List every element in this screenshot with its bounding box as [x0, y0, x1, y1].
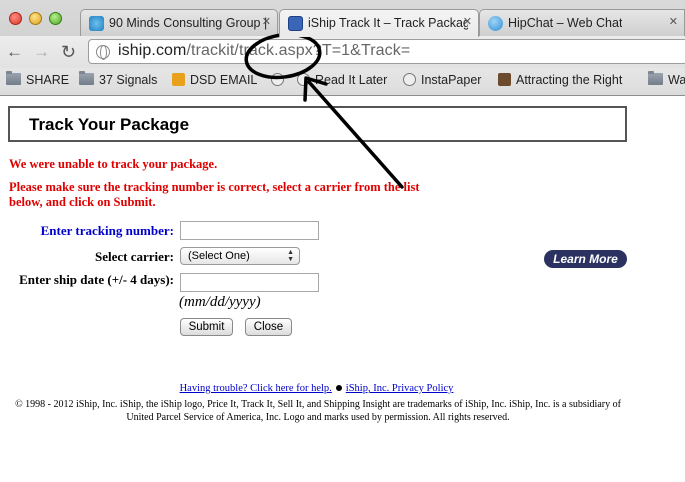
close-window-icon[interactable]	[9, 12, 22, 25]
date-format-hint: (mm/dd/yyyy)	[179, 294, 261, 310]
browser-chrome: 90 Minds Consulting Group | ✕ iShip Trac…	[0, 0, 685, 96]
help-link[interactable]: Having trouble? Click here for help.	[180, 383, 332, 394]
bookmark-instapaper[interactable]: InstaPaper	[403, 73, 481, 87]
bookmark-label: Attracting the Right	[516, 73, 623, 87]
tab-90-minds[interactable]: 90 Minds Consulting Group | ✕	[80, 9, 278, 36]
bookmark-label: DSD EMAIL	[190, 73, 258, 87]
bookmark-share[interactable]: SHARE	[6, 71, 70, 87]
tab-close-icon[interactable]: ✕	[463, 15, 472, 28]
globe-icon	[297, 73, 310, 86]
ship-date-label: Enter ship date (+/- 4 days):	[19, 272, 174, 287]
carrier-select[interactable]: (Select One) ▲ ▼	[180, 247, 300, 265]
bookmark-label: Wa	[668, 73, 685, 87]
bookmark-label: InstaPaper	[421, 73, 482, 87]
tracking-number-input[interactable]	[180, 221, 319, 240]
error-message: We were unable to track your package.	[9, 157, 218, 171]
outlook-icon	[172, 73, 185, 86]
tab-close-icon[interactable]: ✕	[669, 15, 678, 28]
ship-date-input[interactable]	[180, 273, 319, 292]
bookmark-37-signals[interactable]: 37 Signals	[79, 71, 158, 87]
forward-arrow-icon[interactable]: →	[33, 43, 50, 61]
folder-icon	[79, 71, 94, 85]
chat-bubble-favicon-icon	[488, 16, 503, 31]
zoom-window-icon[interactable]	[49, 12, 62, 25]
reload-icon[interactable]: ↻	[61, 43, 76, 61]
tab-label: iShip Track It – Track Packag	[308, 16, 468, 30]
globe-icon	[271, 73, 284, 86]
select-arrows-icon: ▲ ▼	[287, 249, 294, 263]
bookmark-label: 37 Signals	[99, 73, 158, 87]
carrier-label: Select carrier:	[94, 249, 174, 264]
folder-icon	[6, 71, 21, 85]
tracking-number-label: Enter tracking number:	[40, 223, 174, 238]
copyright-notice: © 1998 - 2012 iShip, Inc. iShip, the iSh…	[15, 399, 621, 423]
folder-icon	[648, 71, 663, 85]
bookmark-wa[interactable]: Wa	[648, 71, 685, 87]
tab-label: HipChat – Web Chat	[508, 16, 623, 30]
tab-close-icon[interactable]: ✕	[262, 15, 271, 28]
address-bar[interactable]: iship.com/trackit/track.aspx?T=1&Track=	[88, 39, 685, 64]
iship-favicon-icon	[288, 16, 303, 31]
globe-icon	[403, 73, 416, 86]
close-button[interactable]: Close	[245, 318, 292, 336]
tab-label: 90 Minds Consulting Group |	[109, 16, 267, 30]
footer-links: Having trouble? Click here for help. iShi…	[0, 383, 633, 394]
bookmarks-bar: SHARE 37 Signals DSD EMAIL Read It Later…	[0, 68, 685, 95]
back-arrow-icon[interactable]: ←	[6, 43, 23, 61]
tab-iship-track[interactable]: iShip Track It – Track Packag ✕	[279, 9, 479, 37]
people-favicon-icon	[89, 16, 104, 31]
browser-toolbar: ← → ↻ iship.com/trackit/track.aspx?T=1&T…	[0, 36, 685, 68]
url-path: /trackit/track.aspx?T=1&Track=	[186, 42, 411, 59]
person-icon	[498, 73, 511, 86]
error-instructions: Please make sure the tracking number is …	[9, 180, 420, 209]
carrier-selected-value: (Select One)	[188, 250, 250, 262]
title-box: Track Your Package	[8, 106, 627, 142]
page-title: Track Your Package	[29, 115, 190, 134]
globe-icon	[96, 45, 110, 60]
bookmark-dsd-email[interactable]: DSD EMAIL	[172, 73, 257, 87]
submit-button[interactable]: Submit	[180, 318, 233, 336]
bookmark-label: Read It Later	[315, 73, 388, 87]
bookmark-read-it-later[interactable]: Read It Later	[297, 73, 387, 87]
bullet-icon	[335, 385, 342, 392]
url-host: iship.com	[118, 42, 187, 59]
minimize-window-icon[interactable]	[29, 12, 42, 25]
learn-more-button[interactable]: Learn More	[544, 250, 627, 268]
bookmark-blank[interactable]	[271, 73, 289, 87]
url-text[interactable]: iship.com/trackit/track.aspx?T=1&Track=	[118, 42, 410, 60]
privacy-policy-link[interactable]: iShip, Inc. Privacy Policy	[346, 383, 454, 394]
bookmark-attracting[interactable]: Attracting the Right	[498, 73, 622, 87]
bookmark-label: SHARE	[26, 73, 70, 87]
tab-hipchat[interactable]: HipChat – Web Chat ✕	[479, 9, 685, 36]
